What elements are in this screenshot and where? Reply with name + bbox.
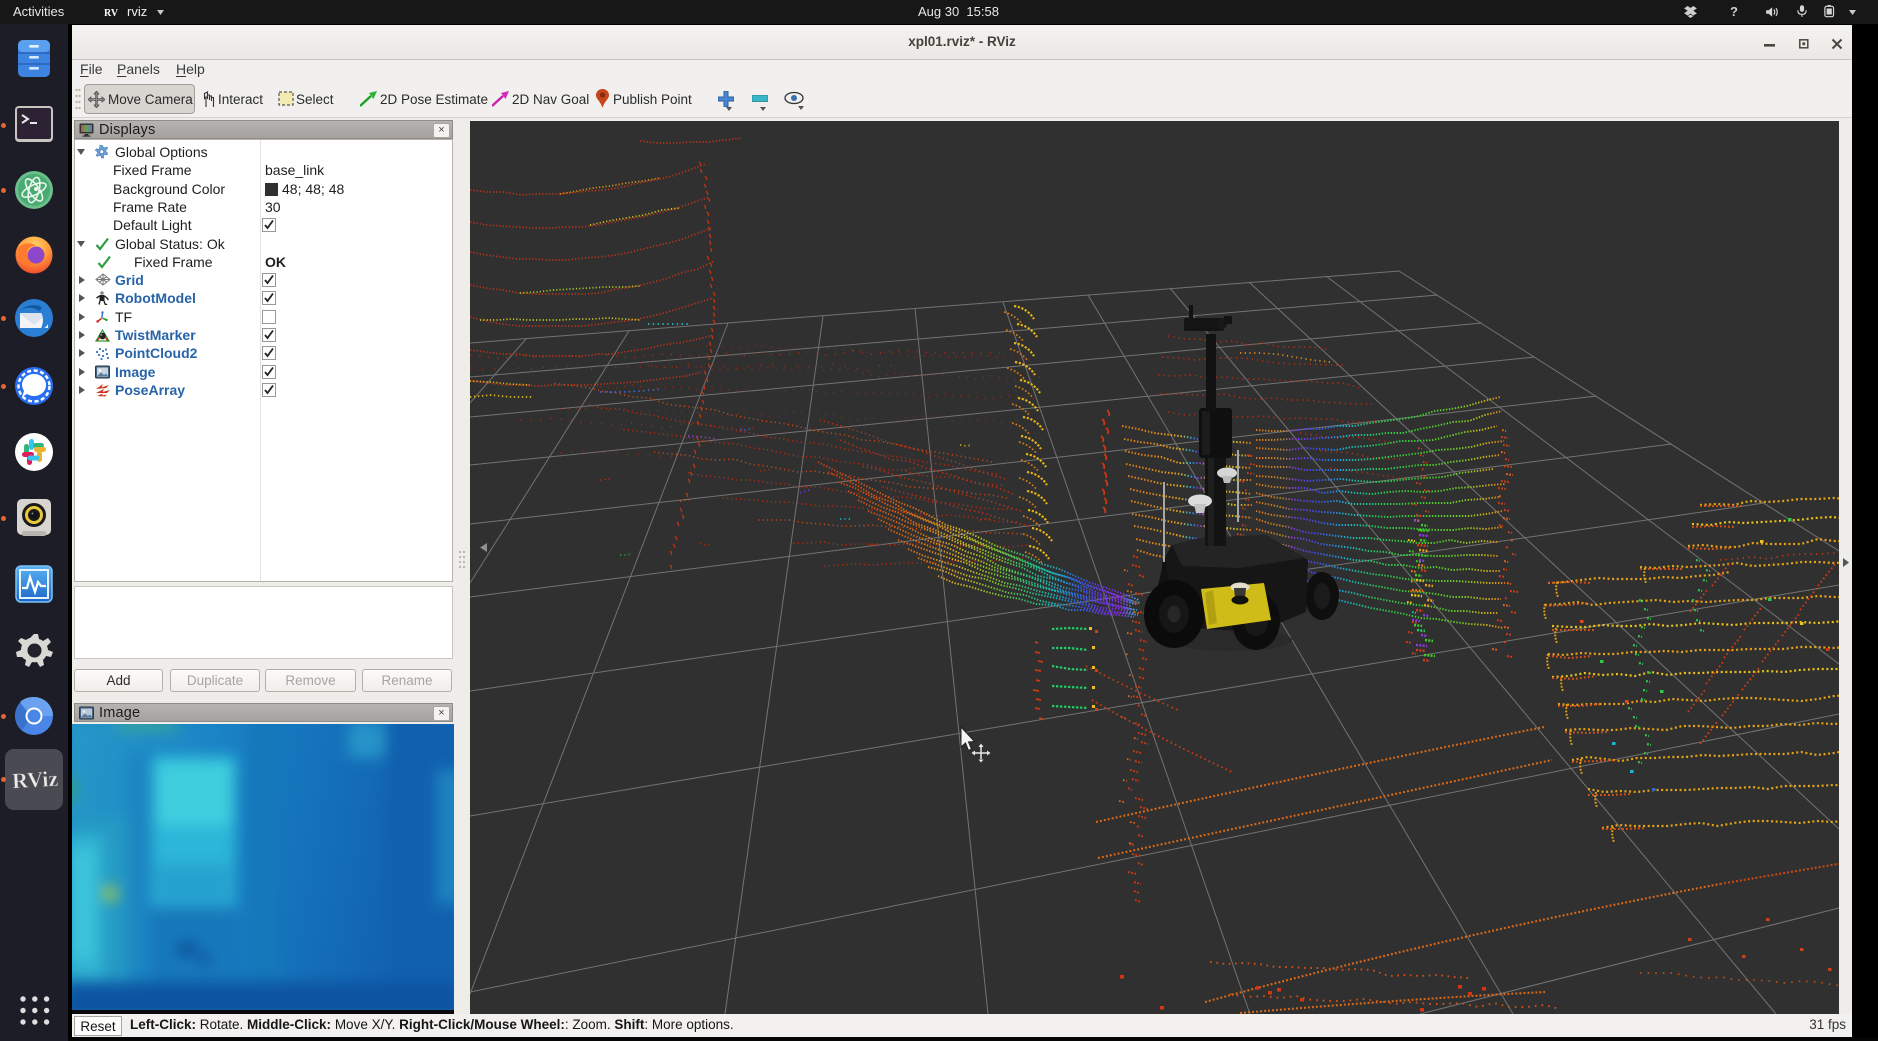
svg-text:RViz: RViz [11, 766, 59, 793]
svg-text:RV: RV [104, 8, 119, 19]
